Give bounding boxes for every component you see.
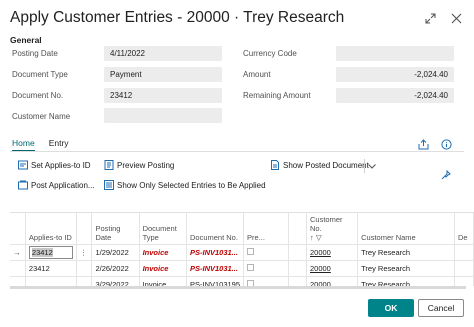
customer-name-label: Customer Name <box>12 112 71 121</box>
row-menu-header <box>76 213 93 245</box>
checkbox[interactable] <box>247 264 255 271</box>
preview-icon <box>104 160 114 170</box>
set-applies-to-id-button[interactable]: Set Applies-to ID <box>18 160 91 170</box>
set-applies-to-id-label: Set Applies-to ID <box>31 160 91 170</box>
customer-name-field[interactable] <box>104 108 222 123</box>
document-no-cell[interactable]: PS-INV1031... <box>186 244 245 261</box>
amount-label: Amount <box>243 70 271 79</box>
document-no-cell[interactable]: PS-INV103195 <box>186 276 245 286</box>
show-only-selected-button[interactable]: Show Only Selected Entries to Be Applied <box>104 180 266 190</box>
row-marker-header <box>10 213 26 245</box>
row-menu-icon[interactable]: ⋮ <box>76 244 93 261</box>
col-posting-date[interactable]: Posting Date <box>91 213 140 245</box>
set-id-icon <box>18 160 28 170</box>
spacer-cell <box>288 244 307 261</box>
expand-icon[interactable] <box>424 12 436 24</box>
posting-date-cell: 3/29/2022 <box>91 276 140 286</box>
col-document-no[interactable]: Document No. <box>186 213 245 245</box>
table-row[interactable]: 3/29/2022 Invoice PS-INV103195 20000 Tre… <box>10 276 474 286</box>
col-customer-no-label: Customer No. <box>310 215 343 233</box>
tab-separator <box>10 151 464 152</box>
action-tabs: Home Entry <box>12 138 69 152</box>
ok-button[interactable]: OK <box>368 299 414 317</box>
posting-date-label: Posting Date <box>12 49 58 58</box>
document-no-cell[interactable]: PS-INV1031... <box>186 260 245 277</box>
general-section-label: General <box>10 35 42 45</box>
customer-no-cell[interactable]: 20000 <box>306 276 359 286</box>
show-only-selected-label: Show Only Selected Entries to Be Applied <box>117 180 266 190</box>
document-type-label: Document Type <box>12 70 68 79</box>
document-type-cell: Invoice <box>139 244 187 261</box>
pre-cell[interactable] <box>243 260 290 277</box>
window-controls <box>424 12 462 24</box>
row-marker-cell <box>10 260 26 277</box>
posting-date-field[interactable]: 4/11/2022 <box>104 46 222 61</box>
preview-posting-label: Preview Posting <box>117 160 175 170</box>
de-cell <box>454 276 474 286</box>
tab-icon-group <box>418 137 452 155</box>
document-type-field[interactable]: Payment <box>104 67 222 82</box>
dialog-title: Apply Customer Entries - 20000 · Trey Re… <box>10 9 345 26</box>
col-de[interactable]: De <box>454 213 474 245</box>
post-application-label: Post Application... <box>31 180 95 190</box>
currency-code-label: Currency Code <box>243 49 297 58</box>
row-marker-cell <box>10 276 26 286</box>
show-posted-document-label: Show Posted Document <box>283 160 369 170</box>
remaining-amount-label: Remaining Amount <box>243 91 311 100</box>
currency-code-field[interactable] <box>336 46 454 61</box>
tab-home[interactable]: Home <box>12 138 35 152</box>
spacer-cell <box>288 276 307 286</box>
customer-name-cell: Trey Research <box>357 260 455 277</box>
share-icon[interactable] <box>418 137 429 155</box>
customer-name-cell: Trey Research <box>357 244 455 261</box>
show-posted-document-button[interactable]: Show Posted Document <box>270 160 369 170</box>
applies-to-id-value: 23412 <box>31 248 53 257</box>
tab-entry[interactable]: Entry <box>49 138 69 152</box>
applies-to-id-cell[interactable]: 23412 <box>25 260 77 277</box>
customer-name-cell: Trey Research <box>357 276 455 286</box>
remaining-amount-field[interactable]: -2,024.40 <box>336 88 454 103</box>
post-icon <box>18 180 28 190</box>
horizontal-scrollbar[interactable] <box>10 286 466 289</box>
more-actions-chevron-down-icon[interactable] <box>364 159 378 173</box>
applies-to-id-cell[interactable]: 23412 <box>25 244 77 261</box>
row-menu-cell <box>76 260 93 277</box>
pre-cell[interactable] <box>243 244 290 261</box>
document-type-cell: Invoice <box>139 276 187 286</box>
current-row-arrow-icon: → <box>10 244 26 261</box>
col-document-type[interactable]: Document Type <box>139 213 187 245</box>
document-type-cell: Invoice <box>139 260 187 277</box>
entries-grid: Applies-to ID Posting Date Document Type… <box>10 212 474 286</box>
row-menu-cell <box>76 276 93 286</box>
de-cell <box>454 260 474 277</box>
document-no-field[interactable]: 23412 <box>104 88 222 103</box>
amount-field[interactable]: -2,024.40 <box>336 67 454 82</box>
posting-date-cell: 2/26/2022 <box>91 260 140 277</box>
document-icon <box>270 160 280 170</box>
preview-posting-button[interactable]: Preview Posting <box>104 160 174 170</box>
customer-no-cell[interactable]: 20000 <box>306 244 359 261</box>
col-applies-to-id[interactable]: Applies-to ID <box>25 213 77 245</box>
cancel-button[interactable]: Cancel <box>418 299 464 317</box>
filter-list-icon <box>104 180 114 190</box>
applies-to-id-cell[interactable] <box>25 276 77 286</box>
table-row[interactable]: 23412 2/26/2022 Invoice PS-INV1031... 20… <box>10 260 474 277</box>
col-customer-no[interactable]: Customer No. ↑ ▽ <box>306 213 359 245</box>
de-cell <box>454 244 474 261</box>
posting-date-cell: 1/29/2022 <box>91 244 140 261</box>
close-icon[interactable] <box>450 12 462 24</box>
col-pre[interactable]: Pre... <box>243 213 290 245</box>
spacer-cell <box>288 260 307 277</box>
sort-arrow-icon: ↑ ▽ <box>310 233 322 242</box>
customer-no-cell[interactable]: 20000 <box>306 260 359 277</box>
col-spacer <box>288 213 307 245</box>
checkbox[interactable] <box>247 248 255 255</box>
document-no-label: Document No. <box>12 91 64 100</box>
col-customer-name[interactable]: Customer Name <box>357 213 455 245</box>
pre-cell[interactable] <box>243 276 290 286</box>
info-icon[interactable] <box>441 137 452 155</box>
pin-icon[interactable] <box>441 170 451 180</box>
table-row[interactable]: → 23412 ⋮ 1/29/2022 Invoice PS-INV1031..… <box>10 244 474 261</box>
post-application-button[interactable]: Post Application... <box>18 180 95 190</box>
